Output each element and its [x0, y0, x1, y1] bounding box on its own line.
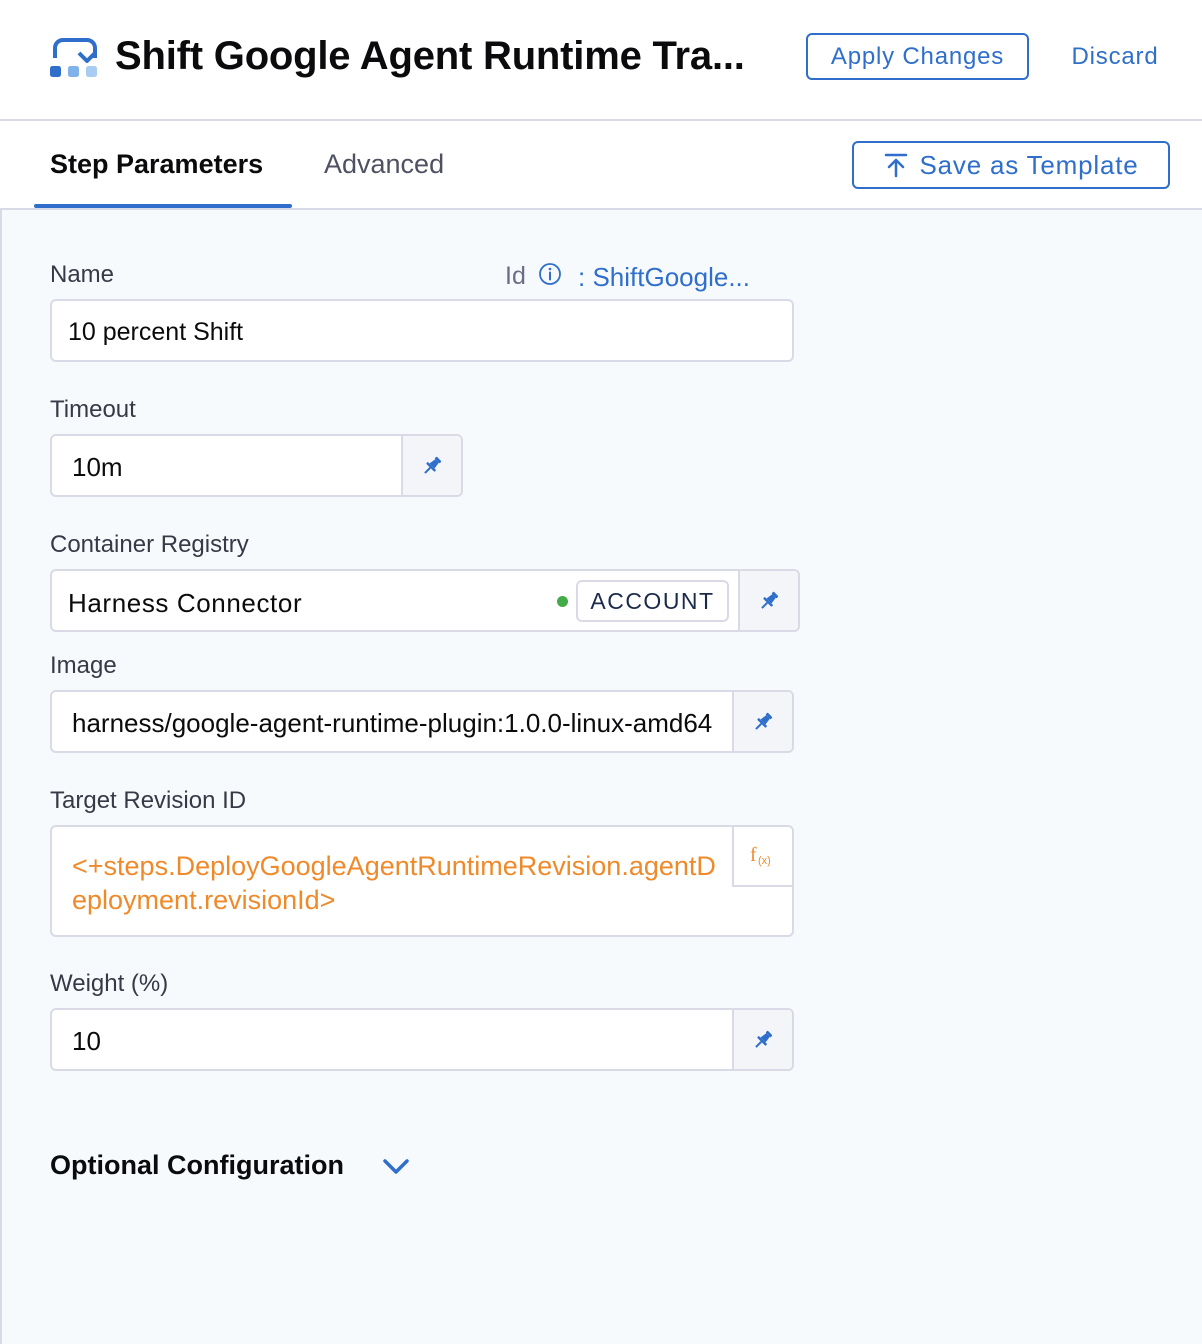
page-title: Shift Google Agent Runtime Tra... [115, 34, 745, 78]
timeout-pin-button[interactable] [401, 436, 461, 495]
target-revision-expression: <+steps.DeployGoogleAgentRuntimeRevision… [72, 851, 716, 915]
container-registry-value: Harness Connector [68, 588, 303, 618]
tab-advanced[interactable]: Advanced [324, 149, 444, 180]
svg-text:f: f [750, 844, 757, 866]
step-transition-icon [50, 38, 97, 77]
timeout-input-value: 10m [72, 452, 123, 482]
expression-mode-button[interactable]: f (x) [732, 827, 792, 887]
connector-status-dot [557, 596, 568, 607]
weight-label: Weight (%) [50, 970, 169, 997]
tab-bar: Step Parameters Advanced Save as Templat… [0, 121, 1202, 210]
active-tab-indicator [34, 204, 292, 208]
optional-configuration-toggle[interactable]: Optional Configuration [50, 1150, 344, 1181]
pin-icon [755, 1030, 773, 1048]
timeout-label: Timeout [50, 396, 136, 423]
timeout-input[interactable]: 10m [50, 434, 463, 497]
svg-text:(x): (x) [758, 855, 771, 867]
drawer-header: Shift Google Agent Runtime Tra... Apply … [0, 0, 1202, 121]
target-revision-label: Target Revision ID [50, 787, 247, 814]
fx-icon: f (x) [750, 844, 771, 867]
save-as-template-label: Save as Template [919, 149, 1139, 180]
info-icon[interactable] [538, 262, 562, 286]
image-input-value: harness/google-agent-runtime-plugin:1.0.… [72, 708, 713, 738]
save-as-template-button[interactable]: Save as Template [852, 141, 1170, 189]
container-registry-label: Container Registry [50, 531, 249, 558]
image-input[interactable]: harness/google-agent-runtime-plugin:1.0.… [50, 690, 794, 753]
container-registry-pin-button[interactable] [738, 571, 798, 630]
weight-pin-button[interactable] [732, 1010, 792, 1069]
apply-changes-button[interactable]: Apply Changes [806, 33, 1029, 80]
pin-icon [424, 456, 442, 474]
id-label: Id [505, 262, 526, 290]
image-label: Image [50, 652, 117, 679]
weight-input[interactable]: 10 [50, 1008, 794, 1071]
scope-badge: ACCOUNT [576, 580, 729, 622]
pin-icon [761, 591, 779, 609]
weight-input-value: 10 [72, 1026, 101, 1056]
pin-icon [755, 712, 773, 730]
name-label: Name [50, 261, 115, 288]
name-input[interactable]: 10 percent Shift [50, 299, 794, 362]
target-revision-input[interactable]: <+steps.DeployGoogleAgentRuntimeRevision… [50, 825, 794, 937]
tab-step-parameters[interactable]: Step Parameters [50, 149, 263, 180]
upload-icon [884, 153, 907, 178]
id-value[interactable]: : ShiftGoogle... [578, 262, 750, 293]
discard-button[interactable]: Discard [1058, 33, 1172, 80]
chevron-down-icon[interactable] [380, 1153, 412, 1181]
container-registry-select[interactable]: Harness Connector ACCOUNT [50, 569, 800, 632]
name-input-value: 10 percent Shift [68, 318, 244, 346]
image-pin-button[interactable] [732, 692, 792, 751]
